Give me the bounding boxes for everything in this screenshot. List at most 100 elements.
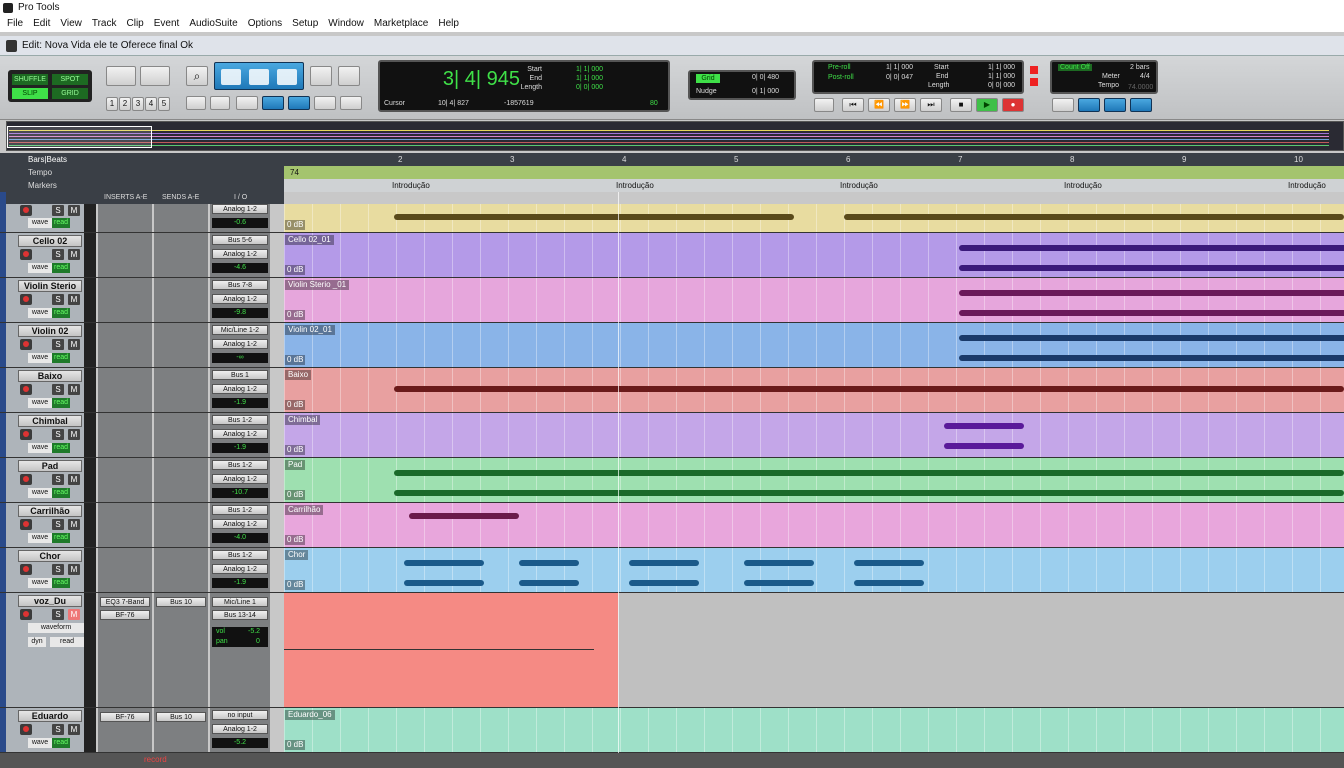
input-selector[interactable]: Mic/Line 1	[212, 597, 268, 607]
grid-label[interactable]: Grid	[696, 74, 720, 83]
volume-readout[interactable]: -9.8	[212, 308, 268, 318]
send-bus-10[interactable]: Bus 10	[156, 597, 206, 607]
track-name[interactable]: Cello 02	[18, 235, 82, 247]
automation-mode[interactable]: read	[52, 263, 70, 273]
mute-button[interactable]: M	[68, 294, 80, 305]
view-selector[interactable]: wave	[28, 488, 52, 498]
sends-slot[interactable]	[154, 413, 208, 457]
solo-button[interactable]: S	[52, 384, 64, 395]
track-7-header[interactable]: Carrilhão S Mwave read	[6, 503, 96, 547]
solo-button[interactable]: S	[52, 564, 64, 575]
stop-icon[interactable]: ■	[950, 98, 972, 112]
track-name[interactable]: Violin 02	[18, 325, 82, 337]
menu-options[interactable]: Options	[243, 16, 287, 32]
clip-name[interactable]: Violin Sterio _01	[285, 280, 350, 290]
grid-value[interactable]: 0| 0| 480	[752, 74, 779, 81]
sends-slot[interactable]	[154, 503, 208, 547]
track-name[interactable]: Chor	[18, 550, 82, 562]
track-10-header[interactable]: Eduardo S Mwave read	[6, 708, 96, 752]
menu-file[interactable]: File	[2, 16, 28, 32]
clip-name[interactable]: Baixo	[285, 370, 312, 380]
menu-help[interactable]: Help	[433, 16, 464, 32]
input-selector[interactable]: Bus 5-6	[212, 235, 268, 245]
tempo-value[interactable]: 74.0000	[1128, 84, 1153, 91]
go-to-end-icon[interactable]: ⏭	[920, 98, 942, 112]
input-selector[interactable]: no input	[212, 710, 268, 720]
track-5-header[interactable]: Chimbal S Mwave read	[6, 413, 96, 457]
menu-view[interactable]: View	[55, 16, 87, 32]
input-selector[interactable]: Bus 1-2	[212, 550, 268, 560]
mute-button[interactable]: M	[68, 609, 80, 620]
solo-button[interactable]: S	[52, 339, 64, 350]
track-name[interactable]: Violin Sterio	[18, 280, 82, 292]
automation-mode[interactable]: read	[52, 398, 70, 408]
view-selector[interactable]: wave	[28, 353, 52, 363]
view-selector[interactable]: wave	[28, 308, 52, 318]
nudge-label[interactable]: Nudge	[696, 88, 717, 95]
mute-button[interactable]: M	[68, 724, 80, 735]
insert-bf76[interactable]: BF-76	[100, 610, 150, 620]
marker-introducao-4[interactable]: Introdução	[1064, 179, 1102, 192]
track-4-header[interactable]: Baixo S Mwave read	[6, 368, 96, 412]
mute-button[interactable]: M	[68, 429, 80, 440]
record-enable-icon[interactable]	[20, 609, 32, 620]
track-3-header[interactable]: Violin 02 S Mwave read	[6, 323, 96, 367]
zoom-preset-5[interactable]: 5	[158, 97, 170, 111]
track-name[interactable]: Chimbal	[18, 415, 82, 427]
postroll-label[interactable]: Post-roll	[828, 74, 854, 81]
overview-visible-region[interactable]	[7, 126, 152, 148]
tempo-marker-value[interactable]: 74	[290, 166, 299, 179]
solo-button[interactable]: S	[52, 724, 64, 735]
output-selector[interactable]: Analog 1-2	[212, 294, 268, 304]
clip-gain[interactable]: 0 dB	[285, 400, 306, 410]
postroll-value[interactable]: 0| 0| 047	[886, 74, 913, 81]
clip-gain[interactable]: 0 dB	[285, 265, 306, 275]
record-enable-icon[interactable]	[20, 519, 32, 530]
mirror-midi-button[interactable]	[236, 96, 258, 110]
insertion-follows-playback-button[interactable]	[262, 96, 284, 110]
scrubber-tool-icon[interactable]	[310, 66, 332, 86]
zoom-preset-4[interactable]: 4	[145, 97, 157, 111]
transport-start-value[interactable]: 1| 1| 000	[988, 64, 1015, 71]
track-0-header[interactable]: S M wave read	[6, 204, 96, 232]
menu-audiosuite[interactable]: AudioSuite	[184, 16, 242, 32]
track-1-lane[interactable]: Cello 02_01 0 dB	[284, 233, 1344, 277]
menu-track[interactable]: Track	[87, 16, 122, 32]
insert-eq3[interactable]: EQ3 7-Band	[100, 597, 150, 607]
input-selector[interactable]: Bus 1-2	[212, 460, 268, 470]
clip-name[interactable]: Eduardo_06	[285, 710, 335, 720]
automation-mode[interactable]: read	[52, 353, 70, 363]
spot-mode-button[interactable]: SPOT	[52, 74, 88, 85]
mute-button[interactable]: M	[68, 564, 80, 575]
menu-clip[interactable]: Clip	[122, 16, 149, 32]
record-enable-icon[interactable]	[20, 205, 32, 216]
sel-end-value[interactable]: 1| 1| 000	[576, 75, 603, 82]
return-to-zero-icon[interactable]: ⏮	[842, 98, 864, 112]
clip-name[interactable]: Violin 02_01	[285, 325, 335, 335]
trim-tool-icon[interactable]	[221, 69, 241, 85]
output-selector[interactable]: Analog 1-2	[212, 564, 268, 574]
view-selector[interactable]: wave	[28, 533, 52, 543]
clip-name[interactable]: Chimbal	[285, 415, 321, 425]
clip-gain[interactable]: 0 dB	[285, 490, 306, 500]
track-name[interactable]: Carrilhão	[18, 505, 82, 517]
track-5-lane[interactable]: Chimbal 0 dB	[284, 413, 1344, 457]
record-icon[interactable]: ●	[1002, 98, 1024, 112]
insert-bf76[interactable]: BF-76	[100, 712, 150, 722]
menu-setup[interactable]: Setup	[287, 16, 323, 32]
vol-value[interactable]: -5.2	[248, 627, 260, 637]
menu-marketplace[interactable]: Marketplace	[369, 16, 433, 32]
track-9-header[interactable]: voz_Du S Mwaveform dyn read	[6, 593, 96, 707]
track-10-lane[interactable]: Eduardo_06 0 dB	[284, 708, 1344, 752]
inserts-slot[interactable]: BF-76	[98, 708, 152, 752]
clip-name[interactable]: Pad	[285, 460, 306, 470]
inserts-slot[interactable]	[98, 458, 152, 502]
volume-readout[interactable]: -1.9	[212, 443, 268, 453]
volume-readout[interactable]: -∞	[212, 353, 268, 363]
inserts-slot[interactable]	[98, 233, 152, 277]
output-selector[interactable]: Analog 1-2	[212, 249, 268, 259]
output-selector[interactable]: Analog 1-2	[212, 339, 268, 349]
track-6-lane[interactable]: Pad 0 dB	[284, 458, 1344, 502]
automation-mode[interactable]: read	[52, 488, 70, 498]
volume-readout[interactable]: -5.2	[212, 738, 268, 748]
